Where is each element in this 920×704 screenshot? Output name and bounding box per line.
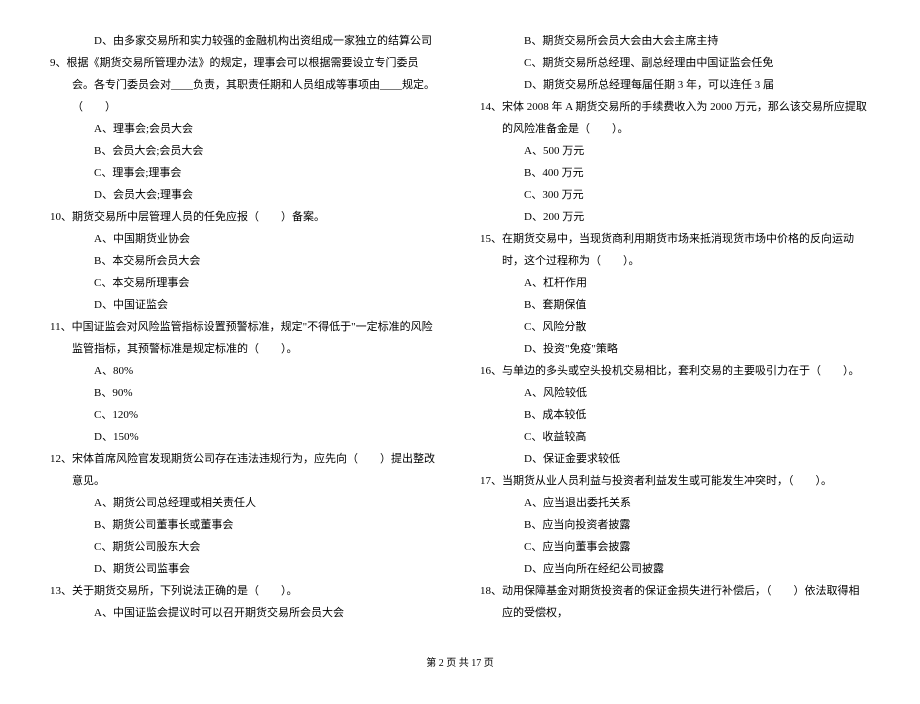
q13-option-b: B、期货交易所会员大会由大会主席主持 — [480, 30, 870, 52]
q9-option-d: D、会员大会;理事会 — [50, 184, 440, 206]
q17-option-d: D、应当向所在经纪公司披露 — [480, 558, 870, 580]
option-d-pre: D、由多家交易所和实力较强的金融机构出资组成一家独立的结算公司 — [50, 30, 440, 52]
q16-option-d: D、保证金要求较低 — [480, 448, 870, 470]
q11-option-c: C、120% — [50, 404, 440, 426]
two-column-layout: D、由多家交易所和实力较强的金融机构出资组成一家独立的结算公司 9、根据《期货交… — [50, 30, 870, 624]
q11-option-d: D、150% — [50, 426, 440, 448]
question-10: 10、期货交易所中层管理人员的任免应报（ ）备案。 — [50, 206, 440, 228]
question-17: 17、当期货从业人员利益与投资者利益发生或可能发生冲突时，（ ）。 — [480, 470, 870, 492]
q15-option-b: B、套期保值 — [480, 294, 870, 316]
q13-option-d: D、期货交易所总经理每届任期 3 年，可以连任 3 届 — [480, 74, 870, 96]
q15-option-c: C、风险分散 — [480, 316, 870, 338]
q12-option-d: D、期货公司监事会 — [50, 558, 440, 580]
question-12: 12、宋体首席风险官发现期货公司存在违法违规行为，应先向（ ）提出整改意见。 — [50, 448, 440, 492]
q14-option-c: C、300 万元 — [480, 184, 870, 206]
q15-option-a: A、杠杆作用 — [480, 272, 870, 294]
question-14: 14、宋体 2008 年 A 期货交易所的手续费收入为 2000 万元，那么该交… — [480, 96, 870, 140]
q17-option-b: B、应当向投资者披露 — [480, 514, 870, 536]
q17-option-c: C、应当向董事会披露 — [480, 536, 870, 558]
q10-option-c: C、本交易所理事会 — [50, 272, 440, 294]
q9-option-a: A、理事会;会员大会 — [50, 118, 440, 140]
right-column: B、期货交易所会员大会由大会主席主持 C、期货交易所总经理、副总经理由中国证监会… — [480, 30, 870, 624]
question-18: 18、动用保障基金对期货投资者的保证金损失进行补偿后，（ ）依法取得相应的受偿权… — [480, 580, 870, 624]
q12-option-c: C、期货公司股东大会 — [50, 536, 440, 558]
q16-option-c: C、收益较高 — [480, 426, 870, 448]
q13-option-a: A、中国证监会提议时可以召开期货交易所会员大会 — [50, 602, 440, 624]
q12-option-a: A、期货公司总经理或相关责任人 — [50, 492, 440, 514]
q16-option-a: A、风险较低 — [480, 382, 870, 404]
q17-option-a: A、应当退出委托关系 — [480, 492, 870, 514]
question-15: 15、在期货交易中，当现货商利用期货市场来抵消现货市场中价格的反向运动时，这个过… — [480, 228, 870, 272]
q16-option-b: B、成本较低 — [480, 404, 870, 426]
question-11: 11、中国证监会对风险监管指标设置预警标准，规定"不得低于"一定标准的风险监管指… — [50, 316, 440, 360]
q10-option-b: B、本交易所会员大会 — [50, 250, 440, 272]
q14-option-d: D、200 万元 — [480, 206, 870, 228]
q13-option-c: C、期货交易所总经理、副总经理由中国证监会任免 — [480, 52, 870, 74]
q15-option-d: D、投资"免疫"策略 — [480, 338, 870, 360]
left-column: D、由多家交易所和实力较强的金融机构出资组成一家独立的结算公司 9、根据《期货交… — [50, 30, 440, 624]
page-footer: 第 2 页 共 17 页 — [50, 654, 870, 674]
q11-option-a: A、80% — [50, 360, 440, 382]
q10-option-a: A、中国期货业协会 — [50, 228, 440, 250]
q10-option-d: D、中国证监会 — [50, 294, 440, 316]
q14-option-a: A、500 万元 — [480, 140, 870, 162]
question-9: 9、根据《期货交易所管理办法》的规定，理事会可以根据需要设立专门委员会。各专门委… — [50, 52, 440, 118]
q9-option-c: C、理事会;理事会 — [50, 162, 440, 184]
q14-option-b: B、400 万元 — [480, 162, 870, 184]
question-13: 13、关于期货交易所，下列说法正确的是（ ）。 — [50, 580, 440, 602]
q11-option-b: B、90% — [50, 382, 440, 404]
q12-option-b: B、期货公司董事长或董事会 — [50, 514, 440, 536]
q9-option-b: B、会员大会;会员大会 — [50, 140, 440, 162]
question-16: 16、与单边的多头或空头投机交易相比，套利交易的主要吸引力在于（ ）。 — [480, 360, 870, 382]
